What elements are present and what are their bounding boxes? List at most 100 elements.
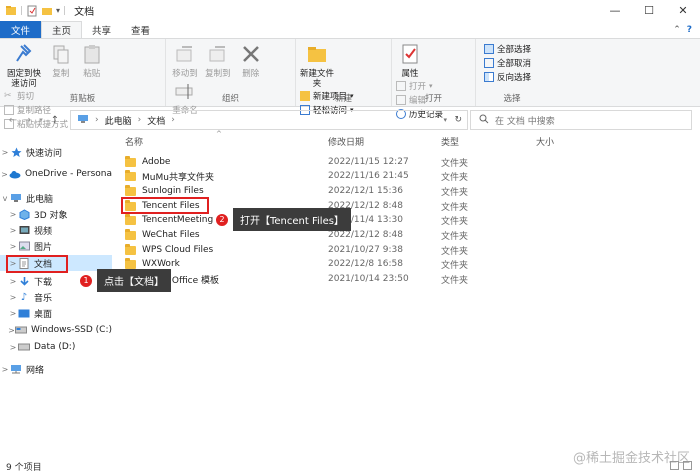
details-view-icon[interactable] [670,461,679,470]
minimize-icon[interactable]: — [598,0,632,21]
select-none-icon [484,58,494,68]
invert-selection-icon [484,72,494,82]
nav-windows-ssd[interactable]: > Windows-SSD (C:) [0,322,112,338]
copy-button[interactable]: 复制 [47,42,75,79]
column-header-name[interactable]: 名称 [125,135,143,149]
nav-data-drive[interactable]: > Data (D:) [0,339,112,355]
recent-chevron-icon[interactable]: ▾ [34,116,48,124]
pin-quick-access-button[interactable]: 固定到快速访问 [4,42,44,89]
nav-network[interactable]: > 网络 [0,361,112,377]
callout-step-1: 1 点击【文档】 [79,269,171,292]
group-select: 全部选择 全部取消 反向选择 选择 [476,39,548,106]
download-icon [18,276,30,287]
item-count: 9 个项目 [6,462,42,473]
forward-arrow-icon[interactable]: → [20,115,34,126]
group-label-new: 新建 [334,94,352,104]
breadcrumb-documents[interactable]: 文档 [147,114,165,127]
properties-icon[interactable] [26,5,38,17]
expand-chevron-icon[interactable]: > [0,170,9,179]
select-all-button[interactable]: 全部选择 [484,43,531,55]
file-row[interactable]: Sunlogin Files 2022/12/1 15:36 文件夹 [121,184,691,198]
new-folder-button[interactable]: 新建文件夹 [300,42,334,89]
large-icons-view-icon[interactable] [683,461,692,470]
file-row[interactable]: Adobe 2022/11/15 12:27 文件夹 [121,155,691,169]
drive-icon [15,325,28,336]
search-input[interactable]: 在 文档 中搜索 [470,110,692,130]
tab-view[interactable]: 查看 [121,21,160,38]
tab-file[interactable]: 文件 [0,21,42,38]
up-arrow-icon[interactable]: ↑ [48,115,62,126]
folder-icon [125,184,136,196]
file-row[interactable]: WeChat Files 2022/12/12 8:48 文件夹 [121,228,691,242]
breadcrumb-pc[interactable]: 此电脑 [105,114,132,127]
picture-icon [18,241,30,252]
separator: | [20,5,24,16]
paste-button[interactable]: 粘贴 [78,42,106,79]
move-to-button[interactable]: 移动到 [170,42,200,79]
column-header-type[interactable]: 类型 [441,135,459,149]
column-header-date[interactable]: 修改日期 [328,135,364,149]
help-icon[interactable]: ? [687,25,692,35]
properties-button[interactable]: 属性 [396,42,424,79]
group-label-select: 选择 [503,94,521,104]
step-badge: 1 [79,273,93,288]
expand-chevron-icon[interactable]: > [8,277,18,286]
file-row[interactable]: WPS Cloud Files 2021/10/27 9:38 文件夹 [121,243,691,257]
properties-check-icon [398,42,422,66]
tab-share[interactable]: 共享 [82,21,121,38]
open-button[interactable]: 打开 ▾ [396,80,443,92]
drive-icon [18,342,30,353]
file-row[interactable]: TencentMeeting 2022/11/4 13:30 文件夹 [121,213,691,227]
back-arrow-icon[interactable]: ← [6,115,20,126]
file-row[interactable]: 自定义 Office 模板 2021/10/14 23:50 文件夹 [121,272,691,286]
address-dropdown-icon[interactable]: ▾ [443,116,447,124]
desktop-icon [18,308,30,319]
nav-3d-objects[interactable]: > 3D 对象 [0,206,112,222]
select-none-button[interactable]: 全部取消 [484,57,531,69]
collapse-ribbon-icon[interactable]: ⌃ [673,25,681,35]
nav-videos[interactable]: > 视频 [0,222,112,238]
expand-chevron-icon[interactable]: > [8,343,18,352]
maximize-icon[interactable]: ☐ [632,0,666,21]
expand-chevron-icon[interactable]: > [8,293,18,302]
expand-chevron-icon[interactable]: > [0,148,10,157]
copy-to-button[interactable]: 复制到 [203,42,233,79]
folder-icon [125,213,136,225]
expand-chevron-icon[interactable]: > [8,210,18,219]
expand-chevron-icon[interactable]: > [0,365,10,374]
nav-pictures[interactable]: > 图片 [0,238,112,254]
nav-quick-access[interactable]: > 快速访问 [0,144,112,160]
quick-access-toolbar: | ▾ | [0,5,66,17]
collapse-chevron-icon[interactable]: v [0,194,10,203]
cloud-icon [9,169,21,180]
folder-icon [125,243,136,255]
new-folder-icon[interactable] [41,5,53,17]
column-header-size[interactable]: 大小 [536,135,554,149]
tab-home[interactable]: 主页 [41,21,83,38]
invert-selection-button[interactable]: 反向选择 [484,71,531,83]
ribbon: 固定到快速访问 复制 粘贴 ✂ 剪切 复制路径 粘贴快捷方式 剪贴板 移动到 复… [0,38,700,130]
expand-chevron-icon[interactable]: > [8,226,18,235]
refresh-icon[interactable]: ↻ [454,115,462,125]
new-folder-big-icon [305,42,329,66]
view-toggle [670,461,692,470]
file-row[interactable]: MuMu共享文件夹 2022/11/16 21:45 文件夹 [121,169,691,183]
nav-onedrive[interactable]: > OneDrive - Persona [0,166,112,182]
ribbon-tabs: 文件 主页 共享 查看 ⌃ ? [0,21,700,38]
address-field[interactable]: › 此电脑 › 文档 › ▾ ↻ [70,110,468,130]
explorer-icon [5,5,17,17]
copy-to-icon [206,42,230,66]
customize-chevron-icon[interactable]: ▾ [56,6,60,15]
nav-desktop[interactable]: > 桌面 [0,305,112,321]
expand-chevron-icon[interactable]: > [8,326,15,335]
pc-icon [10,193,22,204]
close-icon[interactable]: ✕ [666,0,700,21]
expand-chevron-icon[interactable]: > [8,242,18,251]
delete-button[interactable]: 删除 [236,42,266,79]
sort-indicator-icon: ^ [216,130,222,138]
file-row[interactable]: WXWork 2022/12/8 16:58 文件夹 [121,257,691,271]
window-title: 文档 [74,7,95,18]
nav-this-pc[interactable]: v 此电脑 [0,190,112,206]
title-bar: | ▾ | 文档 — ☐ ✕ [0,0,700,21]
expand-chevron-icon[interactable]: > [8,309,18,318]
